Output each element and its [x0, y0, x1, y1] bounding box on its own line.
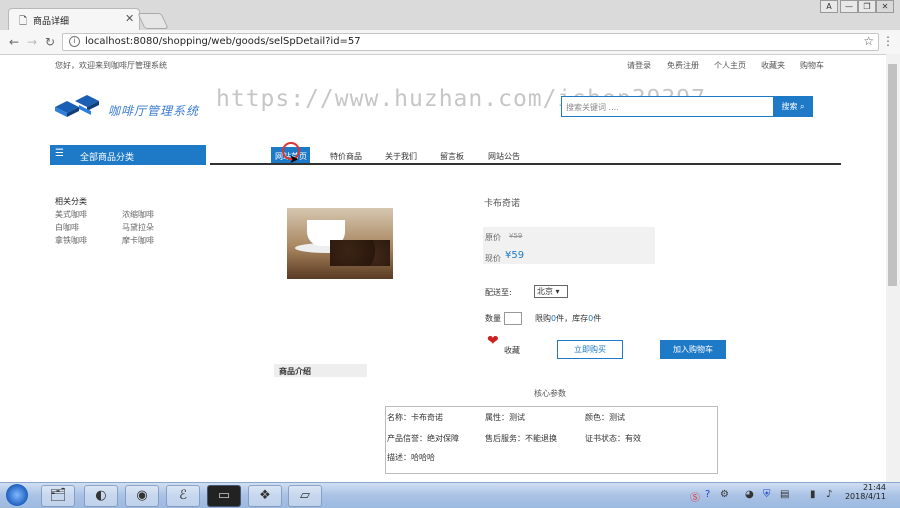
browser-tab[interactable]: 🗋 商品详细 ✕ [8, 8, 140, 31]
menu-icon[interactable]: ⋮ [882, 34, 894, 48]
maximize-button[interactable]: ❐ [858, 0, 876, 13]
favorites-link[interactable]: 收藏夹 [761, 60, 785, 71]
app-icon[interactable]: ▱ [288, 485, 322, 507]
deliver-select[interactable]: 北京 ▾ [534, 285, 568, 298]
bookmark-star-icon[interactable]: ☆ [863, 34, 874, 48]
help-icon[interactable]: ? [705, 489, 710, 500]
profile-button[interactable]: A [820, 0, 838, 13]
quantity-input[interactable] [504, 312, 522, 325]
page-icon: 🗋 [19, 16, 28, 27]
orig-price-label: 原价 [485, 233, 501, 242]
add-to-cart-button[interactable]: 加入购物车 [660, 340, 726, 359]
param-cell: 颜色：测试 [585, 413, 625, 422]
tab-product-intro[interactable]: 商品介绍 [274, 364, 367, 377]
close-window-button[interactable]: ✕ [876, 0, 894, 13]
cur-price: ¥59 [505, 250, 525, 261]
stock-info: 限购0件，库存0件 [535, 313, 601, 324]
tray-icon[interactable]: ⚙ [720, 489, 729, 500]
related-item[interactable]: 摩卡咖啡 [122, 235, 154, 246]
qq-browser-icon[interactable]: ◐ [84, 485, 118, 507]
search-button[interactable]: 搜索 ⌕ [773, 96, 813, 117]
url-text[interactable]: localhost:8080/shopping/web/goods/selSpD… [85, 36, 361, 47]
login-link[interactable]: 请登录 [627, 60, 651, 71]
windows-explorer-icon[interactable]: 🗂 [41, 485, 75, 507]
param-cell: 属性：测试 [485, 413, 525, 422]
mouse-cursor-icon: ➤ [289, 152, 300, 166]
product-name: 卡布奇诺 [484, 199, 521, 209]
minimize-button[interactable]: — [840, 0, 858, 13]
category-menu[interactable]: ☰ 全部商品分类 [50, 145, 206, 165]
url-field[interactable]: i localhost:8080/shopping/web/goods/selS… [62, 33, 879, 51]
greeting-text: 您好，欢迎来到咖啡厅管理系统 [55, 61, 167, 70]
tab-product-intro-label: 商品介绍 [279, 367, 311, 376]
tab-title: 商品详细 [33, 17, 70, 27]
network-icon[interactable]: ▮ [810, 489, 816, 500]
reload-icon[interactable]: ↻ [45, 35, 55, 49]
nav-announcements[interactable]: 网站公告 [488, 151, 520, 162]
search-input[interactable]: 搜索关键词 .... [561, 96, 774, 117]
cart-link[interactable]: 购物车 [800, 60, 824, 71]
logo-icon[interactable] [53, 95, 105, 119]
logo-text: 咖啡厅管理系统 [108, 104, 200, 118]
sogou-icon[interactable]: Ⓢ [690, 489, 700, 504]
tray-icon[interactable]: ▤ [780, 489, 789, 500]
search-button-label: 搜索 [781, 102, 798, 111]
close-tab-icon[interactable]: ✕ [125, 12, 134, 25]
register-link[interactable]: 免费注册 [667, 60, 699, 71]
search-placeholder: 搜索关键词 .... [566, 103, 619, 112]
limit-prefix: 限购 [535, 314, 551, 323]
clock-date: 2018/4/11 [844, 492, 886, 501]
nav-guestbook[interactable]: 留言板 [440, 151, 464, 162]
orig-price: ¥59 [509, 232, 523, 240]
related-item[interactable]: 白咖啡 [55, 222, 79, 233]
folder-icon[interactable]: ❖ [248, 485, 282, 507]
param-cell: 名称：卡布奇诺 [387, 413, 443, 422]
chrome-icon[interactable]: ◉ [125, 485, 159, 507]
chevron-down-icon: ▾ [555, 287, 560, 296]
category-label: 全部商品分类 [80, 153, 135, 163]
stock-unit: 件 [593, 314, 602, 323]
related-title: 相关分类 [55, 197, 87, 206]
list-icon: ☰ [55, 148, 64, 159]
param-cell: 证书状态：有效 [585, 434, 641, 443]
deliver-label: 配送至: [485, 288, 512, 297]
shield-icon[interactable]: ⛨ [763, 489, 771, 500]
related-item[interactable]: 浓缩咖啡 [122, 209, 154, 220]
nav-divider [210, 163, 841, 165]
qq-icon[interactable]: ◕ [745, 489, 754, 500]
clock-time: 21:44 [862, 483, 886, 492]
eclipse-icon[interactable]: ℰ [166, 485, 200, 507]
related-item[interactable]: 美式咖啡 [55, 209, 87, 220]
info-icon[interactable]: i [69, 36, 80, 47]
beans-shape [330, 240, 390, 266]
volume-icon[interactable]: ♪ [826, 489, 832, 500]
limit-unit: 件，库存 [556, 314, 589, 323]
search-icon: ⌕ [800, 102, 805, 111]
address-bar: ← → ↻ i localhost:8080/shopping/web/good… [0, 30, 900, 55]
back-icon[interactable]: ← [9, 35, 19, 49]
param-cell: 售后服务：不能退换 [485, 434, 557, 443]
qty-label: 数量 [485, 314, 501, 323]
clock[interactable]: 21:44 2018/4/11 [844, 483, 886, 501]
nav-about[interactable]: 关于我们 [385, 151, 417, 162]
param-cell: 描述：哈哈哈 [387, 453, 435, 462]
related-item[interactable]: 马黛拉朵 [122, 222, 154, 233]
nav-specials[interactable]: 特价商品 [330, 151, 362, 162]
scrollbar-thumb[interactable] [888, 64, 897, 286]
favorite-label[interactable]: 收藏 [504, 345, 520, 356]
buy-now-button[interactable]: 立即购买 [557, 340, 623, 359]
related-item[interactable]: 拿铁咖啡 [55, 235, 87, 246]
heart-icon[interactable]: ❤ [487, 333, 499, 349]
cmd-icon[interactable]: ▭ [207, 485, 241, 507]
start-button[interactable] [6, 484, 28, 506]
forward-icon[interactable]: → [27, 35, 37, 49]
param-cell: 产品信誉：绝对保障 [387, 434, 459, 443]
homepage-link[interactable]: 个人主页 [714, 60, 746, 71]
deliver-value: 北京 [537, 287, 553, 296]
cur-price-label: 现价 [485, 254, 501, 263]
core-params-title: 核心参数 [534, 389, 566, 398]
